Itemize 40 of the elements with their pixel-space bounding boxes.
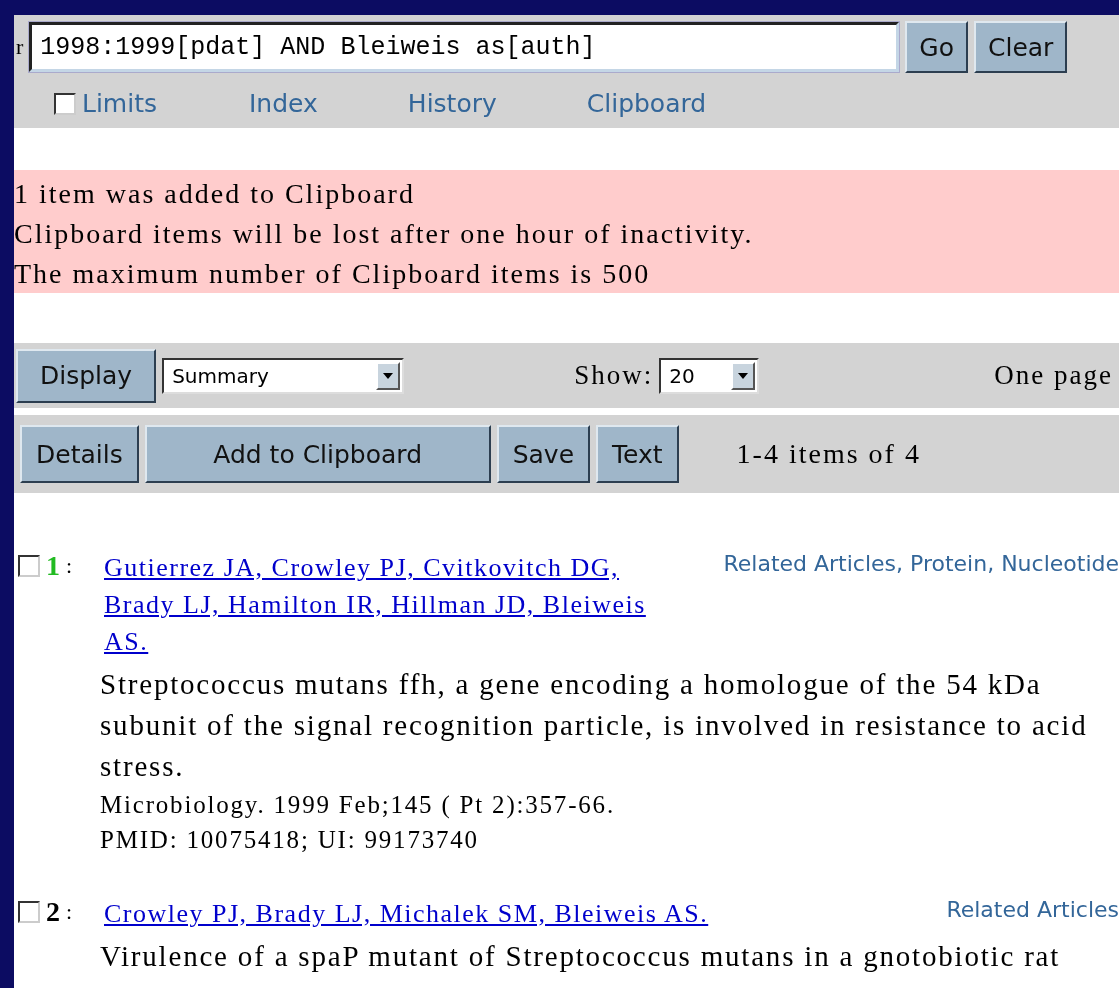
authors-link[interactable]: Crowley PJ, Brady LJ, Michalek SM, Bleiweis AS. — [104, 895, 709, 932]
notice-text: The maximum number of Clipboard items is 500 — [14, 257, 651, 291]
related-link[interactable]: Related Articles, — [723, 551, 904, 576]
action-button[interactable]: Text — [596, 425, 679, 483]
article-title: Virulence of a spaP mutant of Streptococcus mutans in a gnotobiotic rat — [100, 939, 1061, 974]
identifier-text: PMID: 10075418; UI: 99173740 — [100, 825, 479, 855]
search-button[interactable]: Go — [905, 21, 968, 73]
nav-link[interactable]: Clipboard — [586, 89, 707, 118]
related-link[interactable]: Nucleotide — [1001, 551, 1119, 576]
page-count-text: One page — [994, 360, 1113, 391]
nav-link[interactable]: Index — [249, 89, 318, 118]
citation-text: Microbiology. 1999 Feb;145 ( Pt 2):357-66. — [100, 790, 615, 821]
display-button[interactable]: Display — [16, 348, 157, 403]
result-number: 2 — [46, 896, 60, 928]
colon-text: : — [66, 553, 73, 579]
show-label: Show: — [574, 360, 654, 391]
checkbox[interactable] — [54, 92, 76, 115]
search-button[interactable]: Clear — [974, 21, 1068, 73]
caret-icon — [383, 372, 394, 379]
article-title: Streptococcus mutans ffh, a gene encoding a homologue of the 54 kDa subunit of the signal recognition particle, is involved in resistance to acid stress. — [100, 667, 1089, 784]
notice-text: Clipboard items will be lost after one hour of inactivity. — [14, 217, 754, 251]
notice-text: 1 item was added to Clipboard — [14, 177, 415, 211]
colon-text: : — [66, 899, 73, 925]
nav-link[interactable]: History — [407, 89, 497, 118]
checkbox[interactable] — [18, 555, 40, 577]
caret-icon — [738, 372, 749, 379]
action-button[interactable]: Save — [496, 425, 591, 483]
nav-link[interactable]: Limits — [82, 89, 157, 118]
format-dropdown[interactable]: Summary — [162, 357, 405, 394]
result-number: 1 — [46, 550, 60, 582]
related-link[interactable]: Related Articles — [946, 897, 1119, 922]
checkbox[interactable] — [18, 901, 40, 923]
action-button[interactable]: Details — [20, 425, 139, 483]
action-button[interactable]: Add to Clipboard — [144, 425, 491, 483]
label-text: r — [16, 34, 24, 60]
search-field[interactable]: 1998:1999[pdat] AND Bleiweis as[auth] — [29, 22, 900, 72]
authors-link[interactable]: Gutierrez JA, Crowley PJ, Cvitkovitch DG, Brady LJ, Hamilton IR, Hillman JD, Bleiweis AS. — [104, 549, 664, 660]
page-size-dropdown[interactable]: 20 — [659, 357, 760, 394]
result-count: 1-4 items of 4 — [736, 438, 921, 470]
related-link[interactable]: Protein, — [910, 551, 995, 576]
